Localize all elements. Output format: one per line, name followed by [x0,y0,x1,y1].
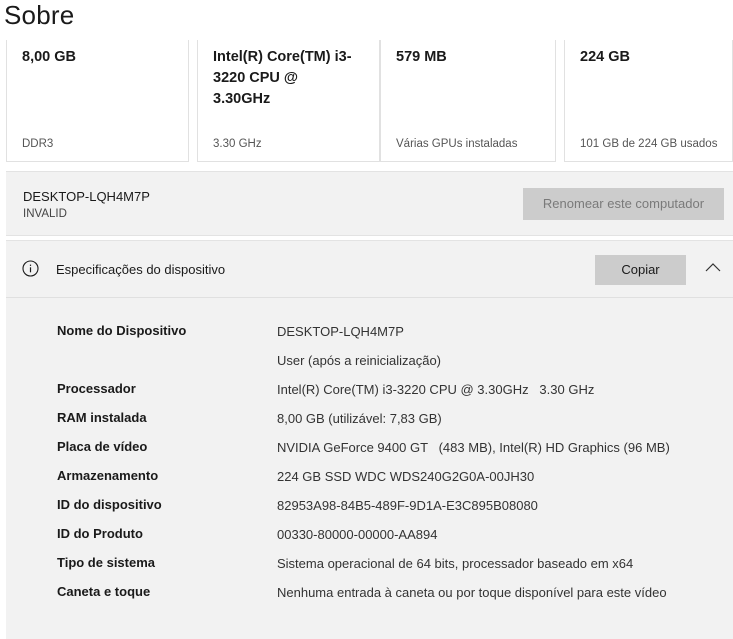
summary-cards: 8,00 GB DDR3 Intel(R) Core(TM) i3-3220 C… [6,40,733,163]
spec-label-device-id: ID do dispositivo [57,497,162,512]
gpu-note: Várias GPUs instaladas [396,138,518,150]
spec-value-device-name-pending: User (após a reinicialização) [277,353,442,368]
spec-value-system-type: Sistema operacional de 64 bits, processa… [277,556,634,571]
spec-value-pen-touch: Nenhuma entrada à caneta ou por toque di… [277,585,667,600]
spec-label-processor: Processador [57,381,136,396]
computer-workgroup: INVALID [23,208,67,220]
copy-button[interactable]: Copiar [595,255,686,285]
gpu-card: 579 MB Várias GPUs instaladas [380,40,556,162]
ram-card: 8,00 GB DDR3 [6,40,189,162]
storage-card: 224 GB 101 GB de 224 GB usados [564,40,733,162]
spec-value-processor: Intel(R) Core(TM) i3-3220 CPU @ 3.30GHz … [277,382,595,397]
spec-label-device-name: Nome do Dispositivo [57,323,187,338]
spec-value-device-name: DESKTOP-LQH4M7P [277,324,404,339]
spec-label-system-type: Tipo de sistema [57,555,156,570]
spec-value-graphics: NVIDIA GeForce 9400 GT (483 MB), Intel(R… [277,440,670,455]
spec-label-storage: Armazenamento [57,468,159,483]
cpu-speed: 3.30 GHz [213,138,262,150]
gpu-value: 579 MB [396,49,447,65]
device-specs-header[interactable]: Especificações do dispositivo Copiar [6,240,733,298]
ram-value: 8,00 GB [22,49,76,65]
spec-value-ram: 8,00 GB (utilizável: 7,83 GB) [277,411,442,426]
spec-label-ram: RAM instalada [57,410,147,425]
spec-value-product-id: 00330-80000-00000-AA894 [277,527,438,542]
spec-value-device-id: 82953A98-84B5-489F-9D1A-E3C895B08080 [277,498,538,513]
computer-name: DESKTOP-LQH4M7P [23,189,150,204]
page-title: Sobre [4,0,75,30]
spec-label-graphics: Placa de vídeo [57,439,148,454]
chevron-up-icon[interactable] [704,261,722,275]
spec-label-product-id: ID do Produto [57,526,143,541]
ram-type: DDR3 [22,138,54,150]
storage-usage: 101 GB de 224 GB usados [580,138,718,150]
device-specs-title: Especificações do dispositivo [56,262,226,277]
computer-name-section: DESKTOP-LQH4M7P INVALID Renomear este co… [6,171,733,236]
storage-value: 224 GB [580,49,630,65]
cpu-card: Intel(R) Core(TM) i3-3220 CPU @ 3.30GHz … [197,40,380,162]
device-specs-body: Nome do Dispositivo DESKTOP-LQH4M7P User… [6,298,733,639]
info-icon [22,260,39,277]
spec-value-storage: 224 GB SSD WDC WDS240G2G0A-00JH30 [277,469,535,484]
spec-label-pen-touch: Caneta e toque [57,584,151,599]
cpu-value: Intel(R) Core(TM) i3-3220 CPU @ 3.30GHz [213,49,352,107]
rename-computer-button[interactable]: Renomear este computador [523,188,724,220]
